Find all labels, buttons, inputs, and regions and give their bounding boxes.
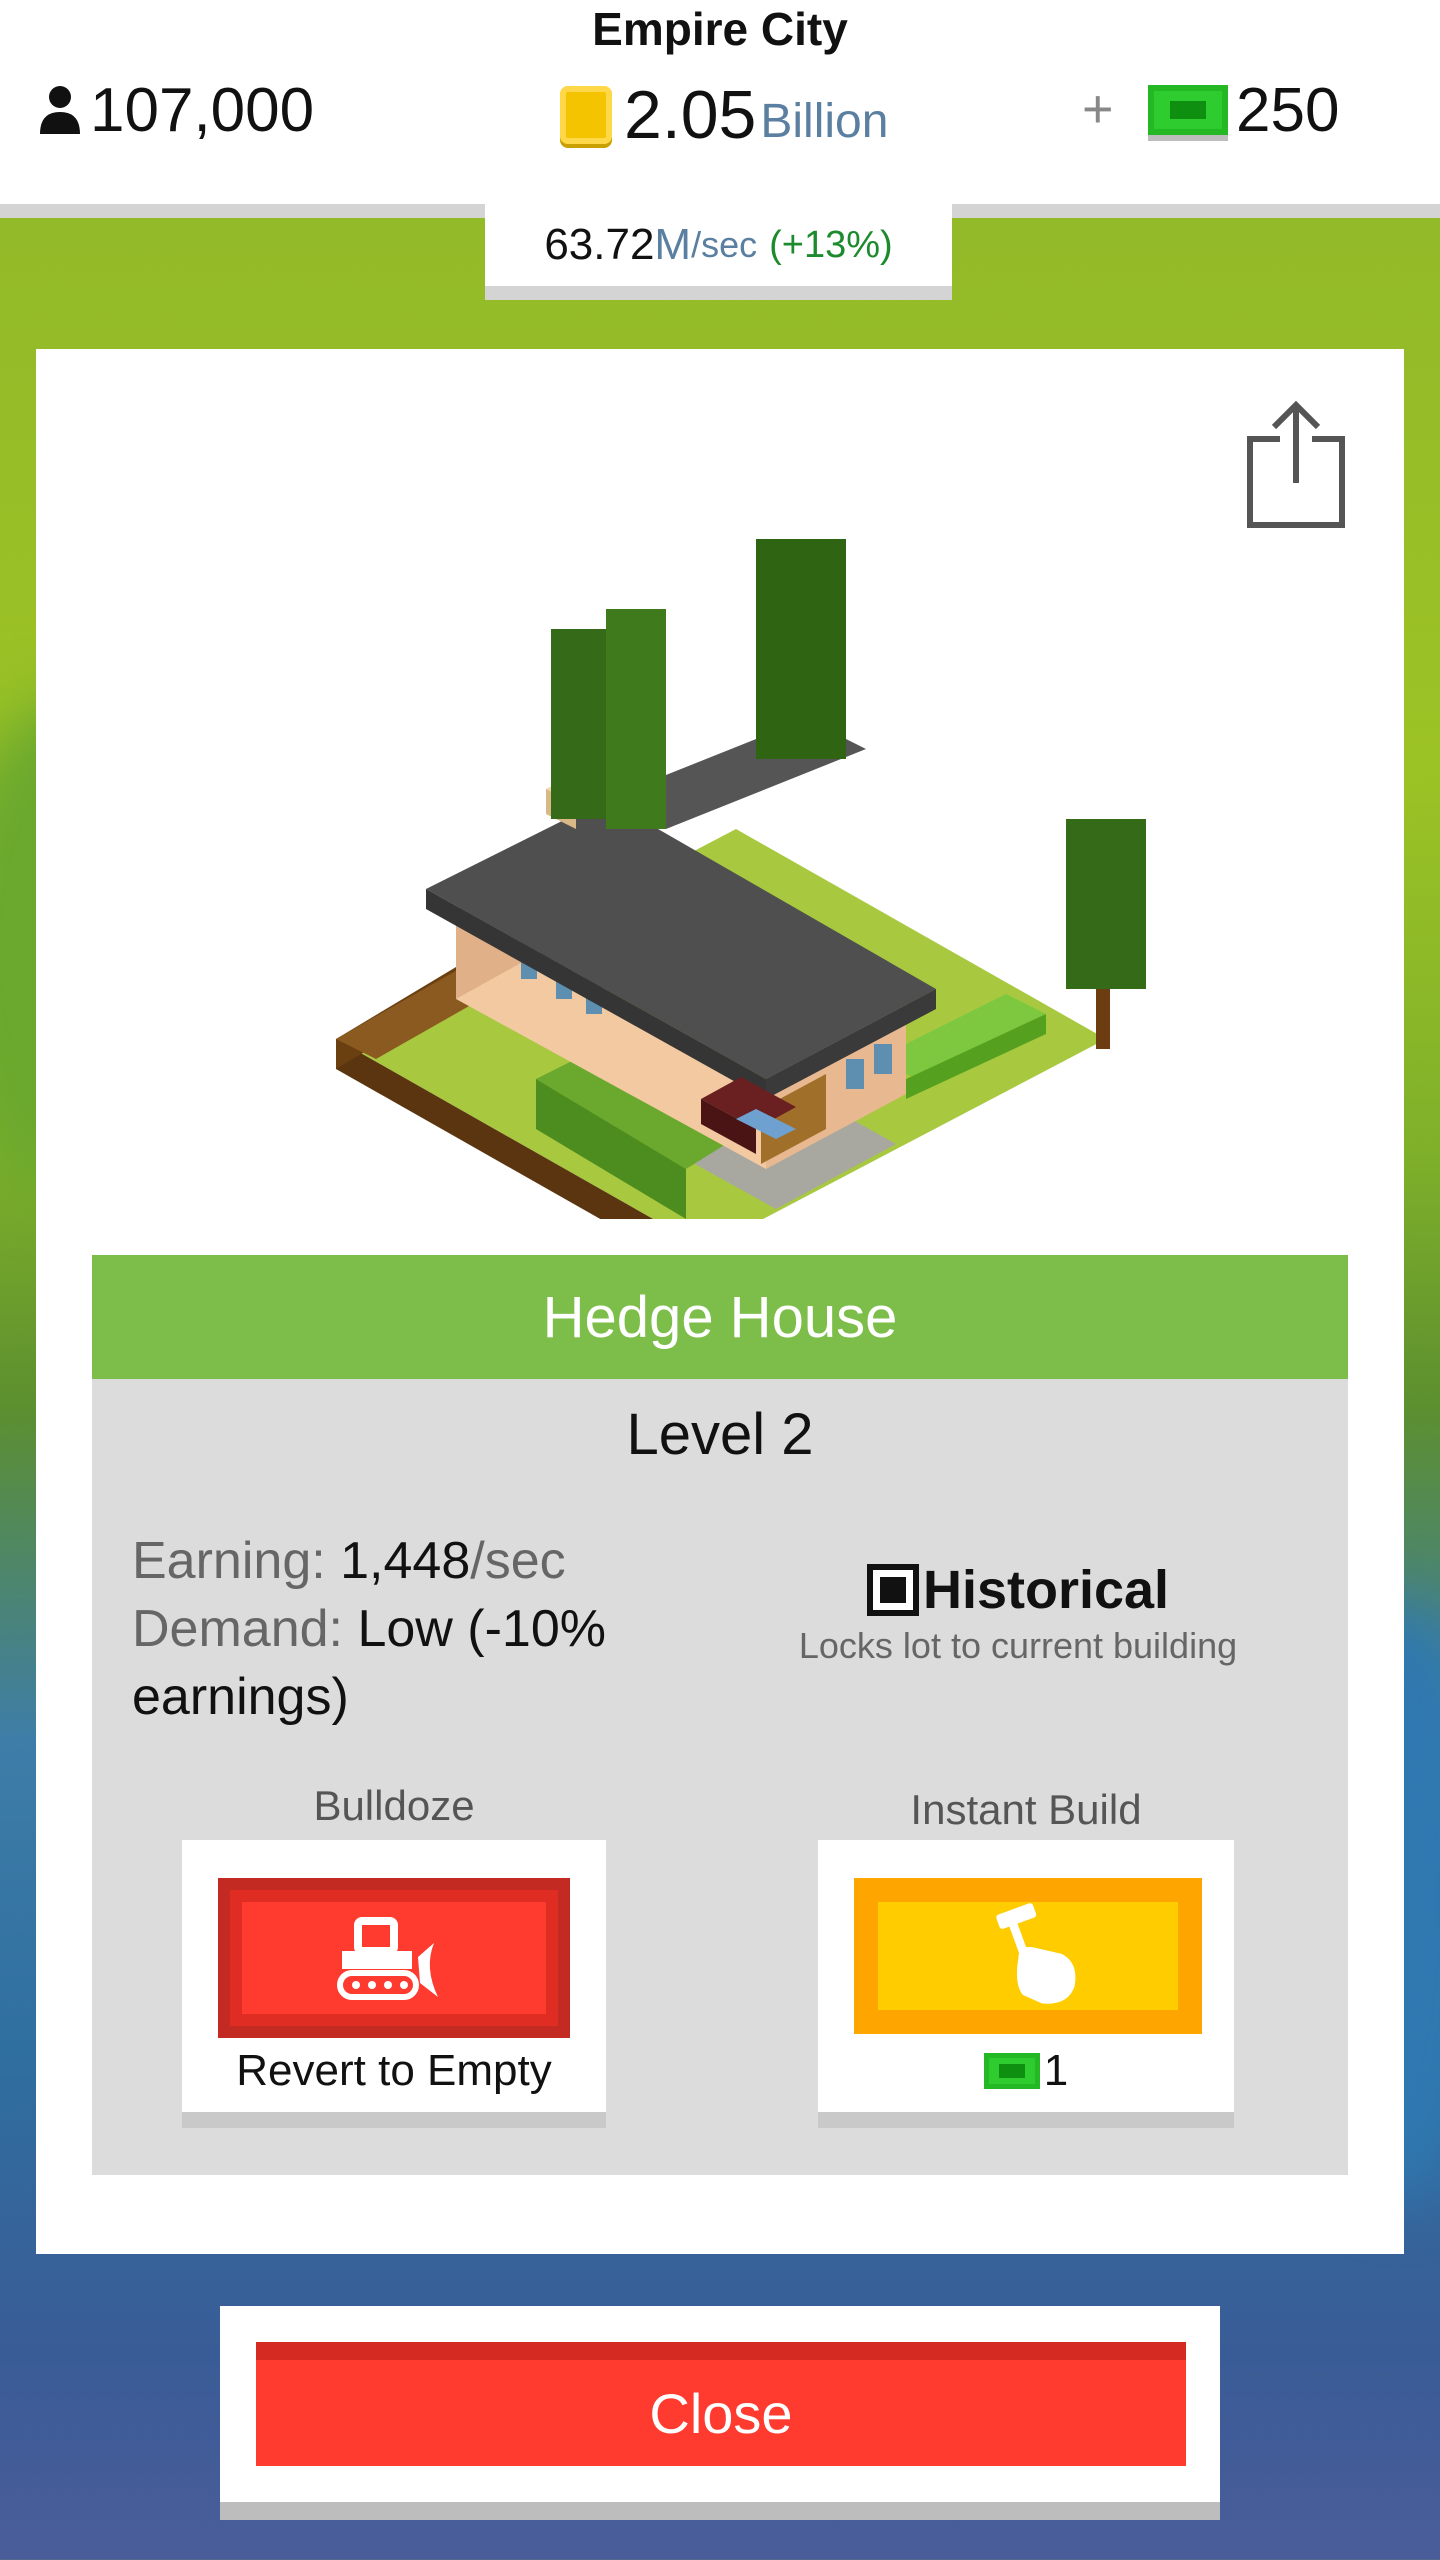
- share-icon[interactable]: [1244, 399, 1348, 531]
- coin-icon: [560, 86, 612, 144]
- top-bar: Empire City 107,000 2.05 Billion + 250: [0, 0, 1440, 204]
- population-value: 107,000: [90, 75, 315, 145]
- historical-option[interactable]: Historical Locks lot to current building: [788, 1559, 1248, 1667]
- instant-build-cost-value: 1: [1043, 2046, 1069, 2095]
- close-container: Close: [220, 2306, 1220, 2520]
- bulldoze-button[interactable]: [218, 1878, 570, 2038]
- building-name: Hedge House: [92, 1255, 1348, 1379]
- historical-description: Locks lot to current building: [798, 1625, 1238, 1666]
- cash-counter[interactable]: 250: [1148, 72, 1339, 148]
- cash-icon: [1148, 85, 1228, 135]
- bulldoze-action: Revert to Empty: [182, 1840, 606, 2128]
- building-stats: Earning: 1,448/sec Demand: Low (-10% ear…: [132, 1527, 692, 1731]
- close-button[interactable]: Close: [256, 2342, 1186, 2466]
- money-value: 2.05: [624, 77, 757, 153]
- hammer-hand-icon: [996, 1903, 1076, 2004]
- instant-build-action: 1: [818, 1840, 1234, 2128]
- cash-value: 250: [1236, 75, 1340, 145]
- money-counter: 2.05 Billion: [560, 72, 888, 158]
- instant-build-label: Instant Build: [910, 1786, 1142, 1833]
- rate-unit: M: [654, 220, 692, 269]
- historical-checkbox[interactable]: [866, 1564, 919, 1616]
- rate-per-sec: /sec: [691, 224, 758, 265]
- bulldoze-button-text: Revert to Empty: [236, 2046, 552, 2095]
- person-icon: [40, 86, 80, 134]
- buy-cash-plus[interactable]: +: [1082, 78, 1114, 140]
- instant-build-cost: 1: [818, 2046, 1234, 2096]
- building-illustration: [336, 539, 1146, 1219]
- earning-label: Earning:: [132, 1532, 326, 1590]
- money-unit: Billion: [760, 94, 889, 148]
- building-level: Level 2: [626, 1402, 814, 1467]
- bulldozer-icon: [337, 1917, 438, 2000]
- instant-build-button[interactable]: [854, 1878, 1202, 2034]
- city-name: Empire City: [592, 3, 848, 55]
- rate-boost: (+13%): [769, 223, 893, 266]
- rate-value: 63.72: [544, 220, 655, 269]
- population-counter: 107,000: [38, 72, 314, 148]
- bulldoze-label: Bulldoze: [313, 1782, 475, 1829]
- cash-icon: [983, 2053, 1040, 2089]
- earning-value: 1,448: [340, 1532, 471, 1590]
- demand-label: Demand:: [132, 1600, 343, 1658]
- income-rate: 63.72 M/sec (+13%): [485, 204, 952, 300]
- historical-label: Historical: [922, 1560, 1170, 1620]
- earning-unit: /sec: [470, 1532, 566, 1590]
